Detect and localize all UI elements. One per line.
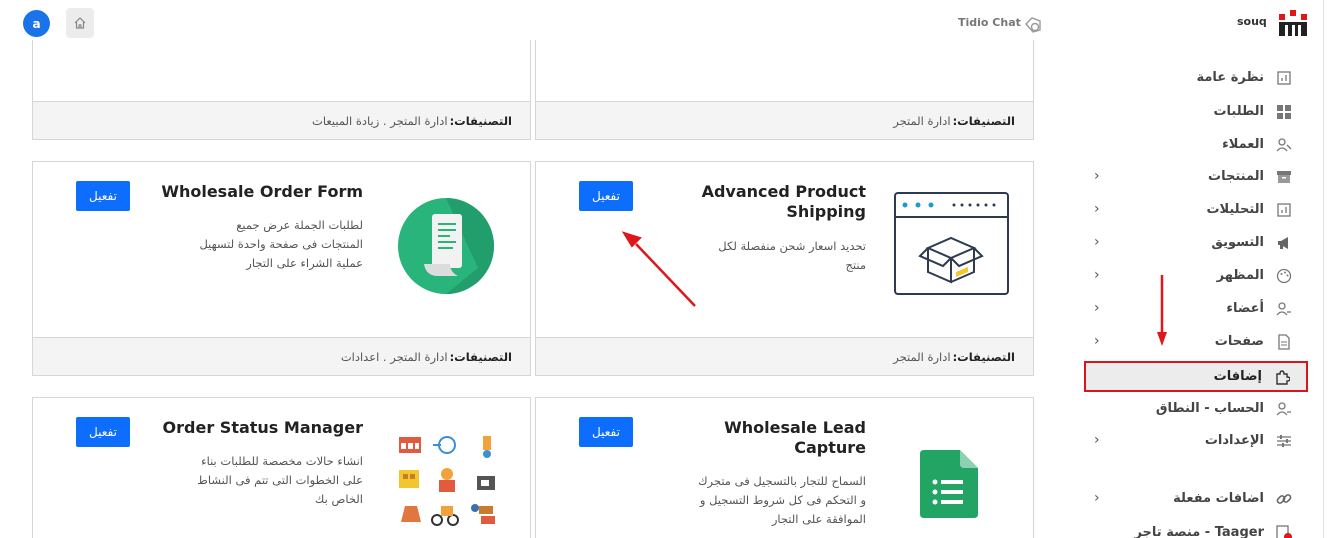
sidebar-item-analytics[interactable]: التحليلات ‹ <box>1084 195 1308 225</box>
megaphone-icon <box>1278 237 1288 249</box>
sidebar-item-label: Taager - منصة تاجر <box>1134 525 1264 538</box>
palette-icon <box>1276 268 1292 284</box>
chevron-left-icon: ‹ <box>1094 201 1100 217</box>
sidebar-item-customers[interactable]: العملاء <box>1084 130 1308 160</box>
user-icon <box>1276 402 1291 416</box>
sidebar-item-label: المنتجات <box>1208 169 1264 184</box>
file-icon <box>1278 334 1290 350</box>
chart-icon <box>1277 203 1291 217</box>
sidebar-item-label: العملاء <box>1222 137 1264 152</box>
chevron-left-icon: ‹ <box>1094 234 1100 250</box>
users-icon <box>1276 302 1291 316</box>
sidebar-item-settings[interactable]: الإعدادات ‹ <box>1084 426 1308 456</box>
sidebar-item-label: الإعدادات <box>1204 433 1264 448</box>
chart-icon <box>1277 71 1291 85</box>
sidebar-item-label: الطلبات <box>1213 104 1264 119</box>
sidebar-item-label: اضافات مفعلة <box>1173 491 1264 506</box>
sidebar-item-label: المظهر <box>1216 268 1264 283</box>
sidebar-item-label: التحليلات <box>1206 202 1264 217</box>
sidebar-item-label: صفحات <box>1214 334 1264 349</box>
sidebar-item-products[interactable]: المنتجات ‹ <box>1084 162 1308 192</box>
grid-icon <box>1277 105 1291 119</box>
sidebar-item-label: إضافات <box>1213 369 1262 384</box>
chevron-left-icon: ‹ <box>1094 333 1100 349</box>
sidebar-item-label: التسويق <box>1211 235 1264 250</box>
sliders-icon <box>1277 435 1291 447</box>
app-root: { "header": { "avatar_letter": "a", "tid… <box>0 0 1330 538</box>
sidebar-item-label: أعضاء <box>1226 301 1264 316</box>
sidebar-item-addons[interactable]: إضافات <box>1084 361 1308 392</box>
sidebar-item-marketing[interactable]: التسويق ‹ <box>1084 228 1308 258</box>
puzzle-icon <box>1276 370 1290 385</box>
sidebar-item-taager[interactable]: Taager - منصة تاجر <box>1084 518 1308 538</box>
chevron-left-icon: ‹ <box>1094 267 1100 283</box>
link-icon <box>1276 494 1292 504</box>
sidebar-item-pages[interactable]: صفحات ‹ <box>1084 327 1308 357</box>
box-icon <box>1277 171 1291 183</box>
chevron-left-icon: ‹ <box>1094 300 1100 316</box>
chevron-left-icon: ‹ <box>1094 432 1100 448</box>
sidebar-item-account-domain[interactable]: الحساب - النطاق <box>1084 394 1308 424</box>
sidebar-item-overview[interactable]: نظرة عامة <box>1084 63 1308 93</box>
sidebar-item-members[interactable]: أعضاء ‹ <box>1084 294 1308 324</box>
chevron-left-icon: ‹ <box>1094 490 1100 506</box>
sidebar-item-label: نظرة عامة <box>1196 70 1264 85</box>
sidebar-item-orders[interactable]: الطلبات <box>1084 97 1308 127</box>
users-icon <box>1276 138 1292 152</box>
sidebar-item-active-addons[interactable]: اضافات مفعلة ‹ <box>1084 484 1308 514</box>
sidebar-item-appearance[interactable]: المظهر ‹ <box>1084 261 1308 291</box>
chevron-left-icon: ‹ <box>1094 168 1100 184</box>
taager-icon <box>1276 525 1292 538</box>
sidebar-item-label: الحساب - النطاق <box>1155 401 1264 416</box>
